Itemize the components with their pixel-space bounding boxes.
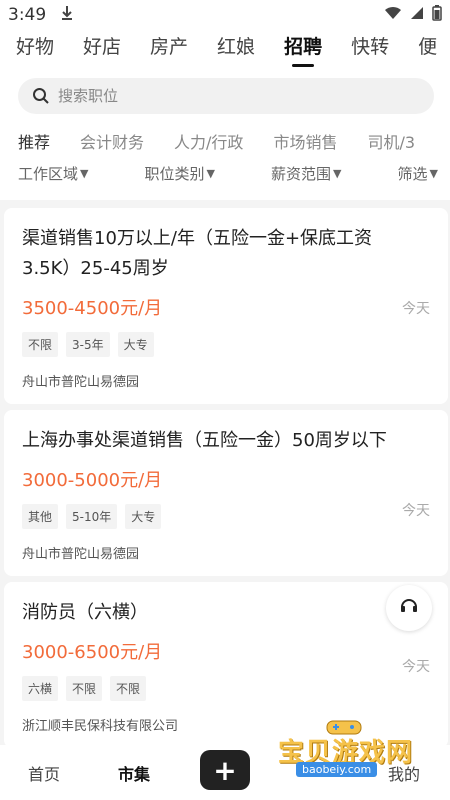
job-title: 渠道销售10万以上/年（五险一金+保底工资3.5K）25-45周岁	[22, 228, 373, 279]
tab-bian[interactable]: 便	[418, 32, 437, 59]
filter-more-label: 筛选	[397, 165, 428, 183]
watermark-logo: 宝贝游戏网 baobeiy.com	[276, 718, 426, 780]
job-tab-hr[interactable]: 人力/行政	[174, 129, 243, 153]
job-tag: 大专	[117, 332, 154, 357]
caret-down-icon: ▼	[80, 167, 89, 180]
job-title: 消防员（六横）	[22, 602, 148, 623]
job-date: 今天	[402, 503, 430, 519]
job-tags: 六横 不限 不限	[22, 676, 430, 701]
tab-haodian[interactable]: 好店	[83, 32, 121, 59]
caret-down-icon: ▼	[333, 167, 342, 180]
filter-area-label: 工作区域	[18, 165, 79, 183]
job-tag: 3-5年	[66, 332, 110, 357]
caret-down-icon: ▼	[429, 167, 438, 180]
battery-icon	[432, 4, 442, 26]
customer-service-button[interactable]	[386, 585, 432, 631]
status-time: 3:49	[8, 5, 47, 25]
signal-icon	[410, 5, 424, 25]
top-category-tabs: 好物 好店 房产 红娘 招聘 快转 便	[16, 32, 437, 67]
job-location: 舟山市普陀山易德园	[22, 375, 140, 390]
nav-home[interactable]: 首页	[28, 761, 60, 785]
job-date: 今天	[402, 659, 430, 675]
filter-category-label: 职位类别	[144, 165, 205, 183]
filter-area[interactable]: 工作区域 ▼	[18, 163, 88, 184]
job-tab-driver[interactable]: 司机/3	[367, 129, 415, 153]
job-tag: 其他	[22, 504, 59, 529]
job-tag: 不限	[110, 676, 147, 701]
status-bar: 3:49	[0, 0, 450, 30]
watermark-url: baobeiy.com	[296, 762, 378, 777]
job-tags: 不限 3-5年 大专	[22, 332, 430, 357]
filter-salary-label: 薪资范围	[271, 165, 332, 183]
job-category-tabs: 推荐 会计财务 人力/行政 市场销售 司机/3	[18, 129, 415, 153]
job-tags: 其他 5-10年 大专	[22, 504, 430, 529]
job-tab-accounting[interactable]: 会计财务	[80, 129, 144, 153]
job-tag: 不限	[22, 332, 59, 357]
tab-hongniang[interactable]: 红娘	[217, 32, 255, 59]
job-tag: 不限	[66, 676, 103, 701]
headset-icon	[399, 596, 419, 620]
search-input[interactable]	[58, 87, 252, 105]
search-icon	[32, 87, 50, 105]
filter-row: 工作区域 ▼ 职位类别 ▼ 薪资范围 ▼ 筛选 ▼	[18, 163, 438, 184]
tab-kuaizhuan[interactable]: 快转	[351, 32, 389, 59]
job-date: 今天	[402, 301, 430, 317]
tab-zhaopin[interactable]: 招聘	[284, 32, 322, 67]
tab-haowu[interactable]: 好物	[16, 32, 54, 59]
job-title: 上海办事处渠道销售（五险一金）50周岁以下	[22, 430, 387, 451]
job-salary: 3500-4500元/月	[22, 298, 163, 319]
job-list: 渠道销售10万以上/年（五险一金+保底工资3.5K）25-45周岁 3500-4…	[4, 208, 448, 754]
download-icon	[60, 5, 74, 26]
job-tag: 5-10年	[66, 504, 118, 529]
search-bar[interactable]	[18, 78, 434, 114]
filter-salary[interactable]: 薪资范围 ▼	[271, 163, 341, 184]
job-salary: 3000-5000元/月	[22, 470, 163, 491]
job-tag: 六横	[22, 676, 59, 701]
publish-button[interactable]: +	[200, 750, 250, 790]
filter-more[interactable]: 筛选 ▼	[398, 163, 438, 184]
tab-fangchan[interactable]: 房产	[150, 32, 188, 59]
job-tag: 大专	[125, 504, 162, 529]
job-tab-recommend[interactable]: 推荐	[18, 129, 50, 153]
header: 好物 好店 房产 红娘 招聘 快转 便 推荐 会计财务 人力/行政 市场销售 司…	[0, 30, 450, 200]
job-card[interactable]: 渠道销售10万以上/年（五险一金+保底工资3.5K）25-45周岁 3500-4…	[4, 208, 448, 404]
job-salary: 3000-6500元/月	[22, 642, 163, 663]
wifi-icon	[384, 5, 402, 25]
job-location: 舟山市普陀山易德园	[22, 547, 140, 562]
filter-category[interactable]: 职位类别 ▼	[145, 163, 215, 184]
nav-market[interactable]: 市集	[118, 761, 150, 785]
job-tab-marketing[interactable]: 市场销售	[273, 129, 337, 153]
caret-down-icon: ▼	[206, 167, 215, 180]
job-card[interactable]: 上海办事处渠道销售（五险一金）50周岁以下 3000-5000元/月 其他 5-…	[4, 410, 448, 576]
